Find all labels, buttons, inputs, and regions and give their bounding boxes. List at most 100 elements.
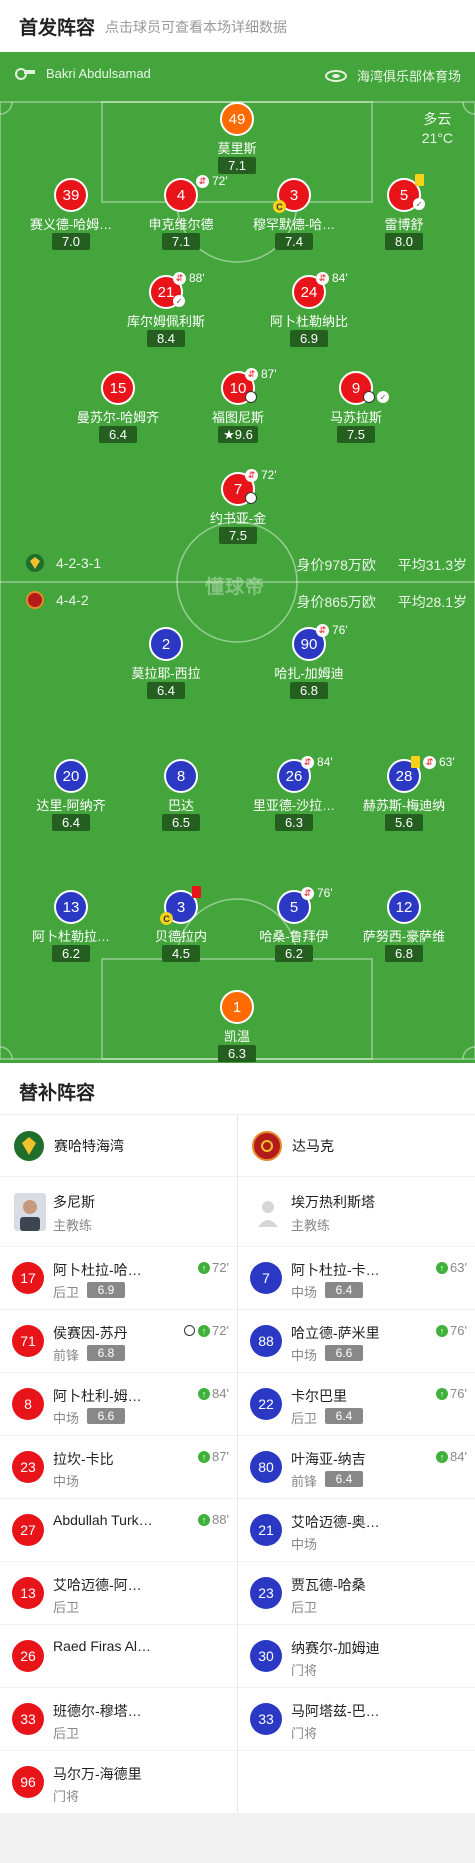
footer-spacer — [0, 1813, 475, 1863]
referee: Bakri Abdulsamad — [14, 66, 151, 81]
sub-number: 71 — [12, 1325, 44, 1357]
sub-row[interactable]: 26 Raed Firas Al… — [0, 1625, 237, 1688]
sub-out-icon: ⇵ — [173, 271, 186, 285]
sub-out-icon: ⇵ — [196, 174, 209, 188]
yellow-card-icon — [411, 756, 420, 768]
sub-row[interactable]: 33 马阿塔兹-巴… 门将 — [238, 1688, 475, 1751]
away-player-cb1[interactable]: 3 C 贝德拉内 4.5 — [126, 886, 236, 962]
away-player-lb[interactable]: 13 阿卜杜勒拉… 6.2 — [16, 890, 126, 962]
star-icon: ★ — [223, 427, 235, 442]
home-player-dm2[interactable]: 24 ⇵ 84' 阿卜杜勒纳比 6.9 — [254, 271, 364, 347]
sub-out-icon: ⇵ — [301, 755, 314, 769]
sub-in-minute: 76' — [450, 1323, 467, 1338]
home-player-am[interactable]: 10 ⇵ 87' 福图尼斯 ★9.6 — [183, 367, 293, 443]
player-name: 阿卜杜勒纳比 — [269, 314, 348, 329]
sub-row[interactable]: 23 贾瓦德-哈桑 后卫 — [238, 1562, 475, 1625]
sub-name: Abdullah Turk… — [53, 1512, 153, 1528]
sub-row[interactable]: 13 艾哈迈德-阿… 后卫 — [0, 1562, 237, 1625]
home-player-cb1[interactable]: 4 ⇵ 72' 申克维尔德 7.1 — [126, 174, 236, 250]
away-player-st1[interactable]: 2 莫拉耶-西拉 6.4 — [111, 627, 221, 699]
sub-rating: 6.6 — [87, 1408, 125, 1424]
home-subs-column: 赛哈特海湾 多尼斯 主教练 17 阿卜杜拉-哈… 后卫 6.9 ↑ 72' 71 … — [0, 1115, 237, 1814]
subs-header: 替补阵容 — [0, 1063, 475, 1115]
away-team-logo-icon — [26, 591, 44, 609]
sub-row[interactable]: 17 阿卜杜拉-哈… 后卫 6.9 ↑ 72' — [0, 1247, 237, 1310]
away-subs-column: 达马克 埃万热利斯塔 主教练 7 阿卜杜拉-卡… 中场 6.4 ↑ 63' 88 … — [238, 1115, 475, 1751]
boot-icon: ✓ — [173, 295, 185, 307]
away-team-row: 4-4-2 — [26, 591, 89, 609]
sub-name: 拉坎-卡比 — [53, 1451, 114, 1467]
home-coach[interactable]: 多尼斯 主教练 — [0, 1177, 237, 1247]
sub-row[interactable]: 23 拉坎-卡比 中场 ↑ 87' — [0, 1436, 237, 1499]
player-name: 赛义德-哈姆… — [29, 217, 113, 232]
player-rating: 6.2 — [275, 945, 313, 962]
sub-name: 马阿塔兹-巴… — [291, 1703, 380, 1719]
player-rating: 7.5 — [337, 426, 375, 443]
away-player-cm1[interactable]: 8 巴达 6.5 — [126, 759, 236, 831]
sub-rating: 6.4 — [325, 1282, 363, 1298]
sub-position: 门将 — [291, 1663, 318, 1678]
sub-row[interactable]: 21 艾哈迈德-奥… 中场 — [238, 1499, 475, 1562]
home-player-rm[interactable]: 9 ✓ 马苏拉斯 7.5 — [301, 371, 411, 443]
sub-row[interactable]: 71 侯赛因-苏丹 前锋 6.8 ↑ 72' — [0, 1310, 237, 1373]
home-player-rb[interactable]: 5 ✓ 雷博舒 8.0 — [349, 174, 459, 250]
sub-row[interactable]: 27 Abdullah Turk… ↑ 88' — [0, 1499, 237, 1562]
sub-row[interactable]: 88 哈立德-萨米里 中场 6.6 ↑ 76' — [238, 1310, 475, 1373]
sub-out-icon: ⇵ — [245, 367, 258, 381]
sub-in-mark: ↑ 76' — [436, 1323, 467, 1338]
away-player-st2[interactable]: 90 ⇵ 76' 哈扎-加姆迪 6.8 — [254, 623, 364, 699]
away-player-rm[interactable]: 28 ⇵ 63' 赫苏斯-梅迪纳 5.6 — [349, 755, 459, 831]
player-name: 莫拉耶-西拉 — [131, 666, 201, 681]
sub-in-mark: ↑ 87' — [198, 1449, 229, 1464]
sub-number: 96 — [12, 1766, 44, 1798]
player-name: 哈桑-鲁拜伊 — [259, 929, 329, 944]
away-player-cb2[interactable]: 5 ⇵ 76' 哈桑-鲁拜伊 6.2 — [239, 886, 349, 962]
sub-number: 8 — [12, 1388, 44, 1420]
away-player-lm[interactable]: 20 达里-阿纳齐 6.4 — [16, 759, 126, 831]
home-player-lm[interactable]: 15 曼苏尔-哈姆齐 6.4 — [63, 371, 173, 443]
home-player-st[interactable]: 7 ⇵ 72' 约书亚-金 7.5 — [183, 468, 293, 544]
captain-icon: C — [273, 200, 286, 213]
home-player-cb2[interactable]: 3 C 穆罕默德-哈… 7.4 — [239, 178, 349, 250]
sub-in-icon: ↑ — [198, 1261, 211, 1274]
assist-mark: ✓ — [173, 295, 185, 307]
sub-row[interactable]: 30 纳赛尔-加姆迪 门将 — [238, 1625, 475, 1688]
away-formation: 4-4-2 — [56, 592, 89, 608]
away-player-cm2[interactable]: 26 ⇵ 84' 里亚德-沙拉… 6.3 — [239, 755, 349, 831]
player-number: 39 — [54, 178, 88, 212]
sub-number: 23 — [250, 1577, 282, 1609]
sub-out-mark: ⇵ 84' — [301, 755, 333, 769]
sub-row[interactable]: 22 卡尔巴里 后卫 6.4 ↑ 76' — [238, 1373, 475, 1436]
player-name: 里亚德-沙拉… — [252, 798, 336, 813]
sub-row[interactable]: 80 叶海亚-纳吉 前锋 6.4 ↑ 84' — [238, 1436, 475, 1499]
away-coach[interactable]: 埃万热利斯塔 主教练 — [238, 1177, 475, 1247]
away-player-rb[interactable]: 12 萨努西-豪萨维 6.8 — [349, 890, 459, 962]
sub-in-minute: 84' — [212, 1386, 229, 1401]
sub-in-icon: ↑ — [198, 1513, 211, 1526]
player-number: 12 — [387, 890, 421, 924]
sub-out-mark: ⇵ 88' — [173, 271, 205, 285]
sub-row[interactable]: 8 阿卜杜利-姆… 中场 6.6 ↑ 84' — [0, 1373, 237, 1436]
home-player-gk[interactable]: 49 莫里斯 7.1 — [182, 102, 292, 174]
sub-position: 后卫 — [53, 1726, 80, 1741]
sub-rating: 6.6 — [325, 1345, 363, 1361]
sub-row[interactable]: 96 马尔万-海德里 门将 — [0, 1751, 237, 1814]
sub-in-minute: 63' — [450, 1260, 467, 1275]
player-name: 巴达 — [167, 798, 194, 813]
referee-name: Bakri Abdulsamad — [46, 66, 151, 81]
player-rating: 6.3 — [275, 814, 313, 831]
sub-name: 纳赛尔-加姆迪 — [291, 1640, 380, 1656]
sub-rating: 6.4 — [325, 1471, 363, 1487]
home-player-dm1[interactable]: 21 ⇵ 88' ✓ 库尔姆佩利斯 8.4 — [111, 271, 221, 347]
sub-in-icon: ↑ — [436, 1387, 449, 1400]
sub-in-icon: ↑ — [436, 1450, 449, 1463]
sub-number: 13 — [12, 1577, 44, 1609]
weather-temperature: 21°C — [421, 130, 453, 146]
player-number: 49 — [220, 102, 254, 136]
away-player-gk[interactable]: 1 凯温 6.3 — [182, 990, 292, 1062]
sub-row[interactable]: 33 班德尔-穆塔… 后卫 — [0, 1688, 237, 1751]
captain-mark: C — [160, 912, 173, 925]
sub-row[interactable]: 7 阿卜杜拉-卡… 中场 6.4 ↑ 63' — [238, 1247, 475, 1310]
home-player-lb[interactable]: 39 赛义德-哈姆… 7.0 — [16, 178, 126, 250]
player-name: 福图尼斯 — [211, 410, 264, 425]
